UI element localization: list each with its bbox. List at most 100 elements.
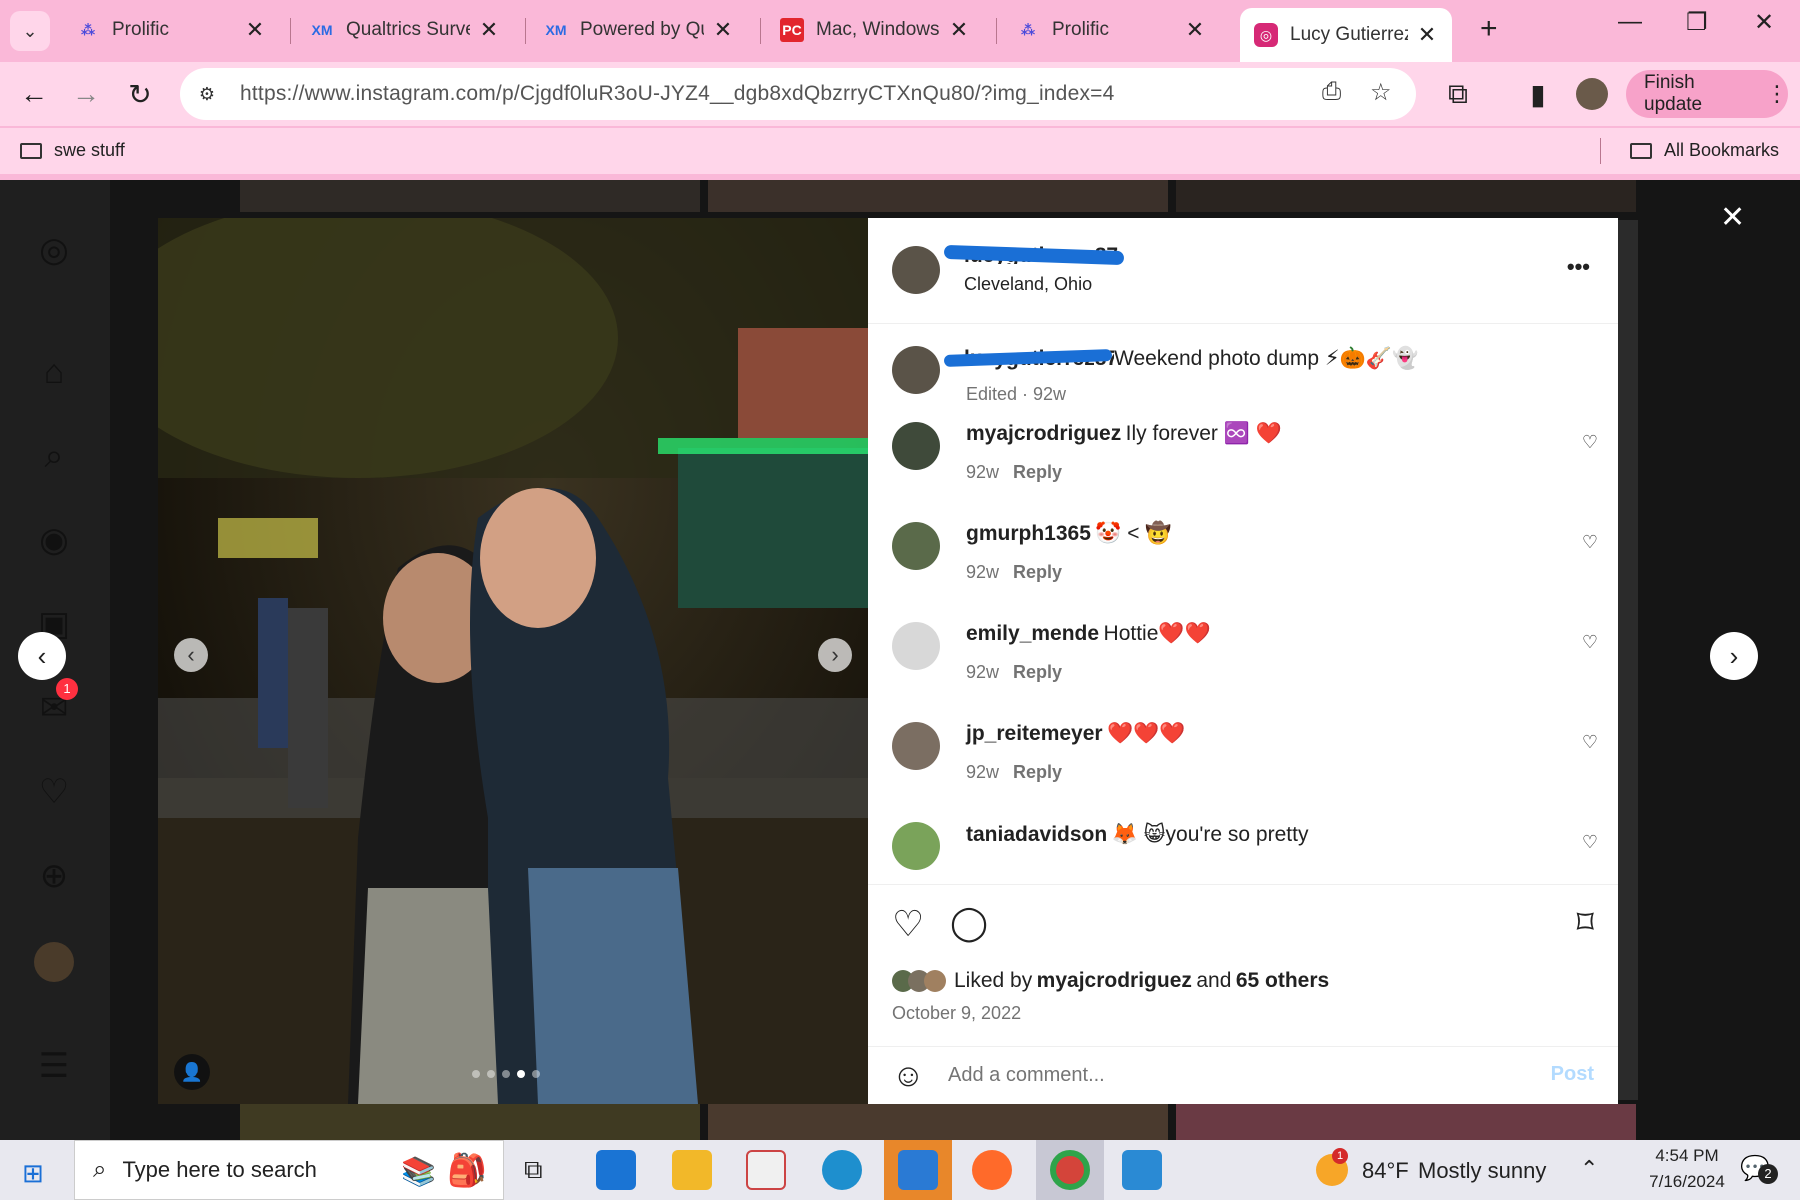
mail-icon[interactable] [596, 1150, 636, 1190]
emoji-icon[interactable]: ☺ [892, 1057, 925, 1094]
next-post-button[interactable]: › [1710, 632, 1758, 680]
tab-instagram-active[interactable]: ◎ Lucy Gutierrez ( ✕ [1240, 8, 1452, 62]
liked-by-line[interactable]: Liked by myajcrodriguez and 65 others [892, 969, 1329, 993]
instagram-logo-icon[interactable]: ◎ [34, 230, 74, 270]
reload-button[interactable]: ↻ [124, 78, 156, 111]
address-bar[interactable]: ⚙ https://www.instagram.com/p/Cjgdf0luR3… [180, 68, 1416, 120]
windows-start-icon[interactable]: ⊞ [22, 1158, 44, 1189]
create-icon[interactable]: ⊕ [34, 856, 74, 896]
restore-button[interactable]: ❐ [1686, 8, 1708, 37]
clock[interactable]: 4:54 PM 7/16/2024 [1632, 1146, 1742, 1192]
carousel-prev-button[interactable]: ‹ [174, 638, 208, 672]
comment-like-heart-icon[interactable]: ♡ [1582, 732, 1598, 753]
chevron-up-icon[interactable]: ⌃ [1580, 1156, 1598, 1182]
close-post-button[interactable]: ✕ [1720, 200, 1745, 235]
comment-username[interactable]: jp_reitemeyer [966, 722, 1103, 745]
side-panel-icon[interactable]: ▮ [1522, 78, 1554, 111]
tab-qualtrics-survey[interactable]: XM Qualtrics Survey ✕ [296, 6, 514, 54]
tab-title: Prolific [1052, 19, 1110, 40]
commenter-avatar[interactable] [892, 622, 940, 670]
vscode-taskbar-slot[interactable] [884, 1140, 952, 1200]
tab-prolific-2[interactable]: ⁂ Prolific ✕ [1002, 6, 1220, 54]
install-app-icon[interactable]: ⎙ [1322, 78, 1341, 106]
minimize-button[interactable]: — [1618, 8, 1642, 36]
comment-like-heart-icon[interactable]: ♡ [1582, 432, 1598, 453]
all-bookmarks[interactable]: All Bookmarks [1630, 140, 1779, 161]
profile-avatar[interactable] [34, 942, 74, 982]
tab-search-button[interactable]: ⌄ [10, 11, 50, 51]
chrome-taskbar-slot[interactable] [1036, 1140, 1104, 1200]
carousel-next-button[interactable]: › [818, 638, 852, 672]
post-location[interactable]: Cleveland, Ohio [964, 274, 1092, 295]
commenter-avatar[interactable] [892, 422, 940, 470]
kebab-menu-icon[interactable]: ⋮ [1766, 81, 1788, 107]
task-view-icon[interactable]: ⧉ [524, 1154, 543, 1186]
store-icon[interactable] [746, 1150, 786, 1190]
profile-avatar[interactable] [1576, 78, 1608, 110]
taskbar-search[interactable]: ⌕ Type here to search 📚 🎒 [74, 1140, 504, 1200]
comment-username[interactable]: emily_mende [966, 622, 1099, 645]
post-comment-button[interactable]: Post [1551, 1063, 1594, 1086]
post-header: lucygutierrez87 Cleveland, Ohio ••• [868, 218, 1618, 324]
comment-username[interactable]: myajcrodriguez [966, 422, 1121, 445]
bookmark-folder-swe-stuff[interactable]: swe stuff [20, 140, 125, 161]
reply-button[interactable]: Reply [1013, 762, 1062, 782]
messages-icon[interactable]: ✉ 1 [34, 678, 78, 728]
back-button[interactable]: ← [18, 78, 50, 110]
forward-button[interactable]: → [70, 78, 102, 110]
close-icon[interactable]: ✕ [948, 17, 970, 43]
close-icon[interactable]: ✕ [1416, 22, 1438, 48]
commenter-avatar[interactable] [892, 522, 940, 570]
liked-by-user[interactable]: myajcrodriguez [1037, 969, 1192, 993]
comment-icon[interactable]: ◯ [950, 903, 988, 943]
reply-button[interactable]: Reply [1013, 562, 1062, 582]
home-icon[interactable]: ⌂ [34, 352, 74, 392]
explore-icon[interactable]: ◉ [34, 520, 74, 560]
comment-input[interactable] [948, 1057, 1508, 1093]
new-tab-button[interactable]: + [1480, 12, 1498, 46]
tagged-people-icon[interactable]: 👤 [174, 1054, 210, 1090]
tab-powered-by-qualtrics[interactable]: XM Powered by Qua ✕ [530, 6, 748, 54]
weather-temp[interactable]: 84°F [1362, 1158, 1409, 1184]
close-icon[interactable]: ✕ [712, 17, 734, 43]
author-avatar[interactable] [892, 246, 940, 294]
save-bookmark-icon[interactable]: ⌑ [1577, 903, 1594, 943]
extensions-icon[interactable]: ⧉ [1442, 78, 1474, 111]
previous-post-button[interactable]: ‹ [18, 632, 66, 680]
file-explorer-icon[interactable] [672, 1150, 712, 1190]
commenter-avatar[interactable] [892, 822, 940, 870]
photos-icon[interactable] [1122, 1150, 1162, 1190]
liked-by-others[interactable]: 65 others [1236, 969, 1329, 993]
close-icon[interactable]: ✕ [478, 17, 500, 43]
comment-line: gmurph1365 🤡 < 🤠 [966, 522, 1172, 546]
close-icon[interactable]: ✕ [1184, 17, 1206, 43]
more-options-icon[interactable]: ••• [1567, 254, 1590, 280]
close-icon[interactable]: ✕ [244, 17, 266, 43]
commenter-avatar[interactable] [892, 722, 940, 770]
comment-like-heart-icon[interactable]: ♡ [1582, 632, 1598, 653]
more-menu-icon[interactable]: ☰ [34, 1046, 74, 1086]
post-photo[interactable]: ‹ › 👤 [158, 218, 868, 1104]
reply-button[interactable]: Reply [1013, 462, 1062, 482]
firefox-icon[interactable] [972, 1150, 1012, 1190]
finish-update-button[interactable]: Finish update ⋮ [1626, 70, 1788, 118]
like-heart-icon[interactable]: ♡ [892, 903, 924, 945]
comment-like-heart-icon[interactable]: ♡ [1582, 532, 1598, 553]
edge-icon[interactable] [822, 1150, 862, 1190]
weather-text[interactable]: Mostly sunny [1418, 1158, 1546, 1184]
weather-icon[interactable]: 1 [1316, 1148, 1348, 1186]
tab-prolific-1[interactable]: ⁂ Prolific ✕ [62, 6, 280, 54]
close-window-button[interactable]: ✕ [1754, 8, 1774, 37]
caption-author-avatar[interactable] [892, 346, 940, 394]
reply-button[interactable]: Reply [1013, 662, 1062, 682]
comment-username[interactable]: gmurph1365 [966, 522, 1091, 545]
bookmark-label: swe stuff [54, 140, 125, 160]
comment-like-heart-icon[interactable]: ♡ [1582, 832, 1598, 853]
site-info-icon[interactable]: ⚙ [192, 79, 222, 109]
tab-pcmag[interactable]: PC Mac, Windows, C ✕ [766, 6, 984, 54]
bookmark-star-icon[interactable]: ☆ [1370, 78, 1392, 107]
notification-center-icon[interactable]: 💬 2 [1740, 1154, 1778, 1184]
notifications-heart-icon[interactable]: ♡ [34, 772, 74, 812]
search-icon[interactable]: ⌕ [34, 436, 74, 476]
comment-username[interactable]: taniadavidson [966, 823, 1107, 846]
